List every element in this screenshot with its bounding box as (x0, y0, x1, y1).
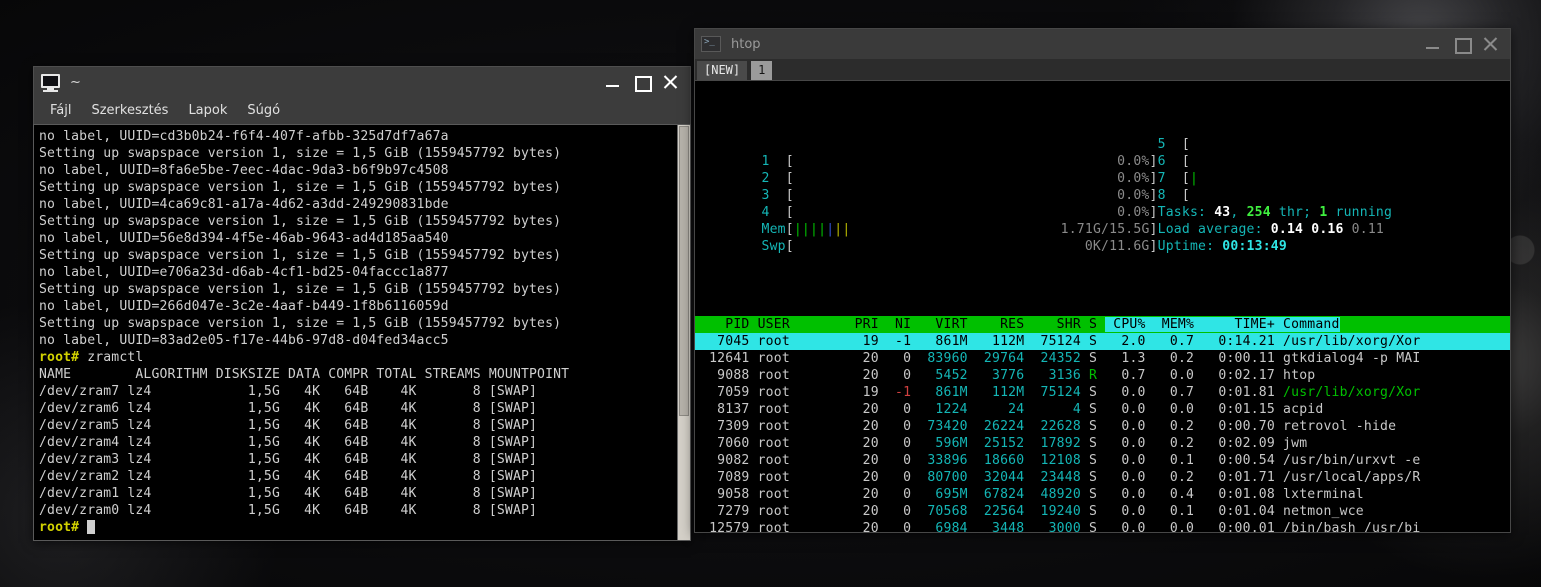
htop-titlebar[interactable]: htop (694, 28, 1511, 59)
zramctl-header: NAME ALGORITHM DISKSIZE DATA COMPR TOTAL… (39, 367, 570, 382)
maximize-button[interactable] (634, 75, 652, 92)
minimize-button[interactable] (1425, 37, 1440, 52)
terminal-command-line: root# zramctl (39, 350, 144, 365)
process-row[interactable]: 9058 root 20 0 695M 67824 48920 S 0.0 0.… (695, 486, 1510, 503)
minimize-button[interactable] (605, 75, 620, 90)
terminal-line: no label, UUID=266d047e-3c2e-4aaf-b449-1… (39, 299, 449, 314)
scrollbar-thumb[interactable] (679, 126, 689, 416)
zramctl-row: /dev/zram6 lz4 1,5G 4K 64B 4K 8 [SWAP] (39, 401, 538, 416)
terminal-line: Setting up swapspace version 1, size = 1… (39, 180, 562, 195)
process-table-header[interactable]: PID USER PRI NI VIRT RES SHR S CPU% MEM%… (695, 316, 1510, 333)
process-row-selected[interactable]: 7045 root 19 -1 861M 112M 75124 S 2.0 0.… (695, 333, 1510, 350)
terminal-line: no label, UUID=56e8d394-4f5e-46ab-9643-a… (39, 231, 449, 246)
menu-item-file[interactable]: Fájl (42, 100, 79, 121)
cpu-meter-6: 6 [ 0.0%] (1157, 154, 1190, 169)
htop-meters: 1 [ 0.0%] 2 [ 0.0%] 3 [ 0.0%] 4 [ 0.0%] Mem[ (695, 119, 1510, 272)
htop-window[interactable]: htop [NEW] 1 1 [ 0.0%]2 [ 0.0%]3 [ (694, 28, 1511, 533)
terminal-line: no label, UUID=cd3b0b24-f6f4-407f-afbb-3… (39, 129, 449, 144)
swap-meter: Swp[ 0K/11.6G] (761, 239, 1158, 254)
terminal-line: Setting up swapspace version 1, size = 1… (39, 214, 562, 229)
process-row[interactable]: 12579 root 20 0 6984 3448 3000 S 0.0 0.0… (695, 520, 1510, 532)
process-row[interactable]: 7309 root 20 0 73420 26224 22628 S 0.0 0… (695, 418, 1510, 435)
cpu-meter-1: 1 [ 0.0%] (761, 154, 1158, 169)
terminal-line: Setting up swapspace version 1, size = 1… (39, 248, 562, 263)
text-cursor (87, 520, 96, 534)
monitor-icon (40, 73, 62, 92)
htop-tabbar[interactable]: [NEW] 1 (694, 59, 1511, 80)
terminal-line: no label, UUID=e706a23d-d6ab-4cf1-bd25-0… (39, 265, 449, 280)
terminal-window-title: ~ (70, 74, 81, 90)
tasks-line: Tasks: 43, 254 thr; 1 running (1157, 205, 1393, 220)
zramctl-row: /dev/zram0 lz4 1,5G 4K 64B 4K 8 [SWAP] (39, 503, 538, 518)
terminal-line: Setting up swapspace version 1, size = 1… (39, 282, 562, 297)
zramctl-row: /dev/zram5 lz4 1,5G 4K 64B 4K 8 [SWAP] (39, 418, 538, 433)
terminal-line: Setting up swapspace version 1, size = 1… (39, 146, 562, 161)
terminal-window[interactable]: ~ Fájl Szerkesztés Lapok Súgó no label, … (33, 66, 691, 541)
terminal-active-prompt[interactable]: root# (39, 519, 690, 536)
terminal-line: no label, UUID=4ca69c81-a17a-4d62-a3dd-2… (39, 197, 449, 212)
process-row[interactable]: 7279 root 20 0 70568 22564 19240 S 0.0 0… (695, 503, 1510, 520)
load-average-line: Load average: 0.14 0.16 0.11 (1157, 222, 1385, 237)
uptime-line: Uptime: 00:13:49 (1157, 239, 1287, 254)
htop-window-title: htop (731, 36, 761, 52)
zramctl-row: /dev/zram7 lz4 1,5G 4K 64B 4K 8 [SWAP] (39, 384, 538, 399)
process-row[interactable]: 7060 root 20 0 596M 25152 17892 S 0.0 0.… (695, 435, 1510, 452)
terminal-scrollbar[interactable] (677, 125, 690, 540)
terminal-titlebar[interactable]: ~ (33, 66, 691, 97)
process-row[interactable]: 9088 root 20 0 5452 3776 3136 R 0.7 0.0 … (695, 367, 1510, 384)
tab-1[interactable]: 1 (751, 61, 773, 80)
menu-item-tabs[interactable]: Lapok (180, 100, 235, 121)
process-row[interactable]: 12641 root 20 0 83960 29764 24352 S 1.3 … (695, 350, 1510, 367)
menu-item-help[interactable]: Súgó (239, 100, 288, 121)
htop-process-table[interactable]: PID USER PRI NI VIRT RES SHR S CPU% MEM%… (695, 316, 1510, 532)
terminal-prompt-icon (701, 35, 723, 53)
htop-content[interactable]: 1 [ 0.0%] 2 [ 0.0%] 3 [ 0.0%] 4 [ 0.0%] Mem[ (694, 80, 1511, 533)
close-icon[interactable] (663, 75, 678, 90)
process-row[interactable]: 7089 root 20 0 80700 32044 23448 S 0.0 0… (695, 469, 1510, 486)
terminal-line: no label, UUID=8fa6e5be-7eec-4dac-9da3-b… (39, 163, 449, 178)
cpu-meter-4: 4 [ 0.0%] (761, 205, 1158, 220)
zramctl-row: /dev/zram4 lz4 1,5G 4K 64B 4K 8 [SWAP] (39, 435, 538, 450)
terminal-menubar[interactable]: Fájl Szerkesztés Lapok Súgó (33, 97, 691, 124)
close-icon[interactable] (1483, 37, 1498, 52)
mem-meter: Mem[||||||| 1.71G/15.5G] (761, 222, 1158, 237)
zramctl-row: /dev/zram1 lz4 1,5G 4K 64B 4K 8 [SWAP] (39, 486, 538, 501)
zramctl-row: /dev/zram3 lz4 1,5G 4K 64B 4K 8 [SWAP] (39, 452, 538, 467)
cpu-meter-3: 3 [ 0.0%] (761, 188, 1158, 203)
terminal-output-area[interactable]: no label, UUID=cd3b0b24-f6f4-407f-afbb-3… (33, 124, 691, 541)
terminal-line: no label, UUID=83ad2e05-f17e-44b6-97d8-d… (39, 333, 449, 348)
process-row[interactable]: 7059 root 19 -1 861M 112M 75124 S 0.0 0.… (695, 384, 1510, 401)
cpu-meter-5: 5 [ 0.0%] (1157, 137, 1190, 152)
cpu-meter-8: 8 [ 0.0%] (1157, 188, 1190, 203)
terminal-line: Setting up swapspace version 1, size = 1… (39, 316, 562, 331)
maximize-button[interactable] (1454, 37, 1472, 54)
process-row[interactable]: 8137 root 20 0 1224 24 4 S 0.0 0.0 0:01.… (695, 401, 1510, 418)
process-row[interactable]: 9082 root 20 0 33896 18660 12108 S 0.0 0… (695, 452, 1510, 469)
cpu-meter-2: 2 [ 0.0%] (761, 171, 1158, 186)
zramctl-row: /dev/zram2 lz4 1,5G 4K 64B 4K 8 [SWAP] (39, 469, 538, 484)
tab-new[interactable]: [NEW] (697, 61, 748, 80)
cpu-meter-7: 7 [| 0.7%] (1157, 171, 1511, 186)
menu-item-edit[interactable]: Szerkesztés (83, 100, 176, 121)
